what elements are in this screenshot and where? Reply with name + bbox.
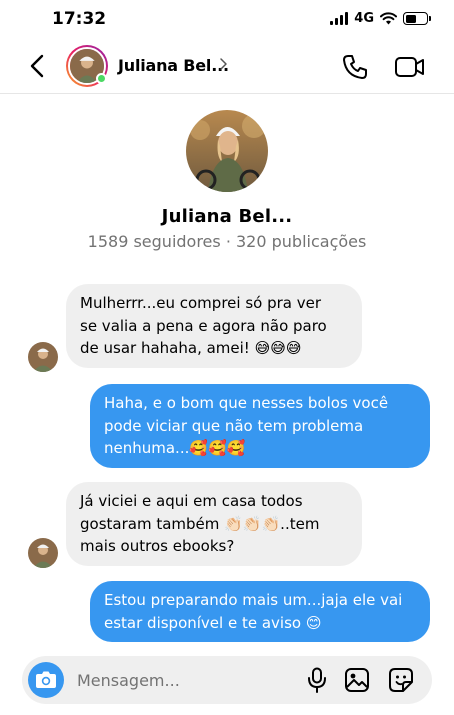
back-button[interactable]	[24, 52, 50, 80]
message-outgoing[interactable]: Haha, e o bom que nesses bolos você pode…	[90, 384, 430, 468]
sender-avatar[interactable]	[28, 342, 58, 372]
gallery-button[interactable]	[344, 667, 370, 697]
profile-avatar[interactable]	[186, 110, 268, 192]
message-line: Já viciei e aqui em casa todos	[80, 492, 303, 510]
profile-summary: Juliana Bel... 1589 seguidores · 320 pub…	[0, 110, 454, 251]
message-line: Haha, e o bom que nesses bolos você	[104, 394, 389, 412]
video-camera-icon	[395, 57, 424, 77]
avatar	[186, 110, 268, 192]
chevron-right-icon[interactable]	[219, 57, 228, 71]
image-icon	[345, 668, 369, 692]
sticker-button[interactable]	[388, 667, 414, 697]
camera-icon	[36, 671, 56, 688]
battery-icon	[403, 12, 431, 25]
microphone-icon	[308, 667, 326, 693]
message-composer	[22, 656, 432, 704]
status-time: 17:32	[52, 9, 107, 29]
video-call-button[interactable]	[394, 52, 426, 82]
message-line: Estou preparando mais um...jaja ele vai	[104, 591, 403, 609]
avatar	[28, 538, 58, 568]
microphone-button[interactable]	[306, 667, 328, 697]
contact-name[interactable]: Juliana Bel...	[118, 56, 229, 75]
online-status-indicator	[96, 73, 107, 84]
status-icons: 4G	[330, 11, 431, 26]
chat-header: Juliana Bel...	[0, 40, 454, 94]
message-line: nenhuma...🥰🥰🥰	[104, 439, 246, 457]
message-line: de usar hahaha, amei! 😅😅😅	[80, 339, 302, 357]
message-line: mais outros ebooks?	[80, 537, 235, 555]
message-line: estar disponível e te aviso 😊	[104, 613, 322, 632]
message-input[interactable]	[77, 668, 297, 692]
phone-icon	[343, 55, 367, 79]
message-incoming[interactable]: Já viciei e aqui em casa todos gostaram …	[66, 482, 362, 566]
status-bar: 17:32 4G	[0, 0, 454, 40]
message-line: pode viciar que não tem problema	[104, 416, 364, 435]
sticker-icon	[389, 668, 413, 692]
chevron-left-icon	[30, 54, 44, 78]
wifi-icon	[380, 12, 397, 25]
message-incoming[interactable]: Mulherrr...eu comprei só pra ver se vali…	[66, 284, 362, 368]
sender-avatar[interactable]	[28, 538, 58, 568]
message-line: Mulherrr...eu comprei só pra ver	[80, 294, 321, 312]
audio-call-button[interactable]	[340, 52, 370, 82]
message-outgoing[interactable]: Estou preparando mais um...jaja ele vai …	[90, 581, 430, 642]
camera-button[interactable]	[28, 662, 64, 698]
profile-name: Juliana Bel...	[161, 206, 293, 227]
message-line: se valia a pena e agora não paro	[80, 316, 327, 335]
avatar	[28, 342, 58, 372]
message-line: gostaram também 👏🏻👏🏻👏🏻..tem	[80, 514, 320, 533]
network-label: 4G	[354, 11, 374, 26]
profile-stats: 1589 seguidores · 320 publicações	[87, 232, 367, 251]
signal-icon	[330, 12, 349, 25]
